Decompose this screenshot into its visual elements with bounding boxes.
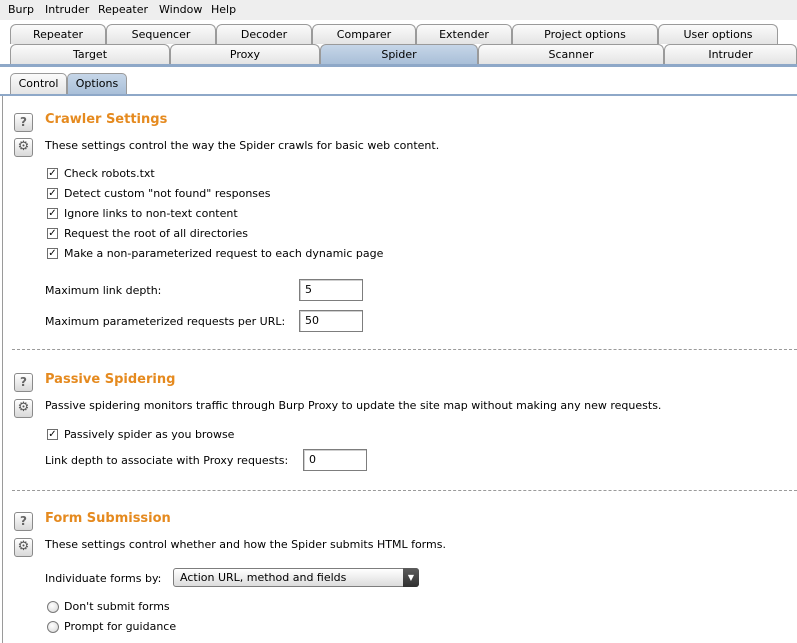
tab-project-options[interactable]: Project options bbox=[512, 24, 658, 44]
menu-repeater[interactable]: Repeater bbox=[98, 3, 148, 16]
tab-target[interactable]: Target bbox=[10, 44, 170, 64]
proxy-link-depth-input[interactable]: 0 bbox=[303, 449, 367, 471]
individuate-forms-value: Action URL, method and fields bbox=[180, 571, 347, 584]
passive-spidering-title: Passive Spidering bbox=[45, 372, 176, 387]
help-icon[interactable]: ? bbox=[14, 113, 33, 132]
proxy-link-depth-label: Link depth to associate with Proxy reque… bbox=[45, 454, 289, 467]
gear-icon[interactable]: ⚙ bbox=[14, 399, 33, 418]
section-divider bbox=[12, 490, 797, 491]
menu-help[interactable]: Help bbox=[211, 3, 236, 16]
checkbox-label: Ignore links to non-text content bbox=[64, 207, 238, 220]
individuate-forms-label: Individuate forms by: bbox=[45, 572, 162, 585]
section-divider bbox=[12, 349, 797, 350]
radio-label: Don't submit forms bbox=[64, 600, 170, 613]
tab-proxy[interactable]: Proxy bbox=[170, 44, 320, 64]
tab-repeater[interactable]: Repeater bbox=[10, 24, 106, 44]
crawler-settings-title: Crawler Settings bbox=[45, 112, 168, 127]
chevron-down-icon: ▼ bbox=[403, 568, 419, 587]
tab-intruder[interactable]: Intruder bbox=[664, 44, 797, 64]
max-link-depth-label: Maximum link depth: bbox=[45, 284, 162, 297]
form-description: These settings control whether and how t… bbox=[45, 538, 446, 551]
subtab-control[interactable]: Control bbox=[10, 73, 67, 94]
max-link-depth-input[interactable]: 5 bbox=[299, 279, 363, 301]
max-param-requests-input[interactable]: 50 bbox=[299, 310, 363, 332]
checkbox-ignore-non-text[interactable]: ✓ bbox=[47, 208, 58, 219]
menu-burp[interactable]: Burp bbox=[8, 3, 34, 16]
tab-decoder[interactable]: Decoder bbox=[216, 24, 312, 44]
tab-extender[interactable]: Extender bbox=[416, 24, 512, 44]
tab-scanner[interactable]: Scanner bbox=[478, 44, 664, 64]
tab-strip-divider bbox=[0, 64, 797, 67]
gear-icon[interactable]: ⚙ bbox=[14, 538, 33, 557]
radio-prompt-guidance[interactable] bbox=[47, 621, 59, 633]
individuate-forms-select[interactable]: Action URL, method and fields ▼ bbox=[173, 568, 419, 587]
checkbox-label: Passively spider as you browse bbox=[64, 428, 235, 441]
menu-window[interactable]: Window bbox=[159, 3, 202, 16]
checkbox-detect-not-found[interactable]: ✓ bbox=[47, 188, 58, 199]
checkbox-label: Request the root of all directories bbox=[64, 227, 248, 240]
crawler-description: These settings control the way the Spide… bbox=[45, 139, 440, 152]
passive-description: Passive spidering monitors traffic throu… bbox=[45, 399, 662, 412]
checkbox-label: Check robots.txt bbox=[64, 167, 155, 180]
gear-icon[interactable]: ⚙ bbox=[14, 138, 33, 157]
tab-comparer[interactable]: Comparer bbox=[312, 24, 416, 44]
help-icon[interactable]: ? bbox=[14, 373, 33, 392]
checkbox-passively-spider[interactable]: ✓ bbox=[47, 429, 58, 440]
tab-sequencer[interactable]: Sequencer bbox=[106, 24, 216, 44]
tab-user-options[interactable]: User options bbox=[658, 24, 778, 44]
checkbox-label: Detect custom "not found" responses bbox=[64, 187, 271, 200]
radio-dont-submit[interactable] bbox=[47, 601, 59, 613]
checkbox-label: Make a non-parameterized request to each… bbox=[64, 247, 384, 260]
form-submission-title: Form Submission bbox=[45, 511, 171, 526]
checkbox-check-robots[interactable]: ✓ bbox=[47, 168, 58, 179]
help-icon[interactable]: ? bbox=[14, 512, 33, 531]
radio-label: Prompt for guidance bbox=[64, 620, 177, 633]
checkbox-non-parameterized[interactable]: ✓ bbox=[47, 248, 58, 259]
max-param-requests-label: Maximum parameterized requests per URL: bbox=[45, 315, 286, 328]
tab-spider[interactable]: Spider bbox=[320, 44, 478, 64]
menu-bar: Burp Intruder Repeater Window Help bbox=[0, 0, 797, 20]
menu-intruder[interactable]: Intruder bbox=[45, 3, 89, 16]
checkbox-request-root[interactable]: ✓ bbox=[47, 228, 58, 239]
subtab-options[interactable]: Options bbox=[67, 73, 127, 94]
